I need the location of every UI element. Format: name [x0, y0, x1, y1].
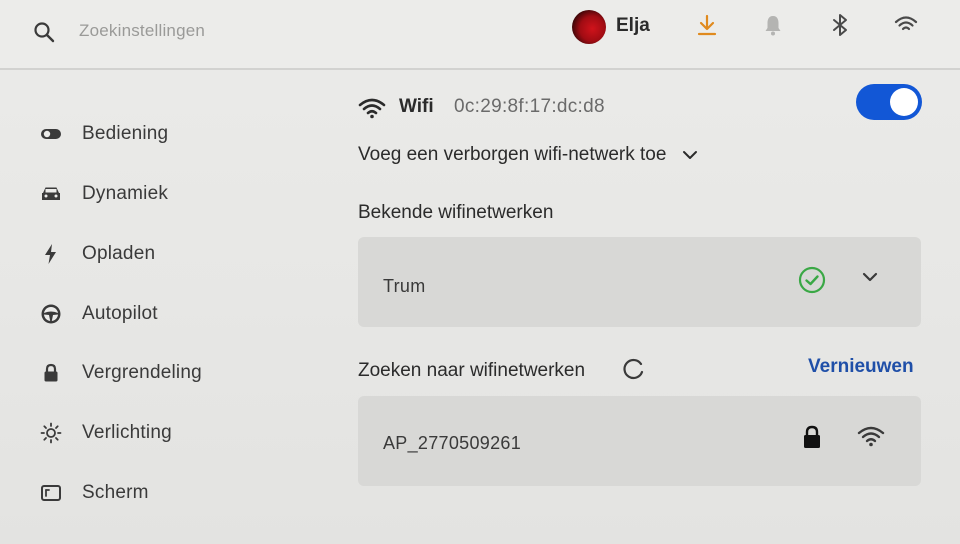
sidebar-item-label: Dynamiek	[82, 183, 169, 204]
sidebar-item-label: Autopilot	[82, 303, 158, 324]
available-network-row[interactable]: AP_2770509261	[358, 396, 921, 486]
bolt-icon	[36, 239, 66, 269]
network-name: AP_2770509261	[383, 433, 522, 453]
sidebar-item-label: Opladen	[82, 243, 156, 264]
search-icon[interactable]	[32, 20, 56, 44]
known-networks-title: Bekende wifinetwerken	[358, 202, 554, 223]
search-networks-title: Zoeken naar wifinetwerken	[358, 360, 586, 381]
wifi-status-icon[interactable]	[893, 12, 919, 38]
wifi-signal-icon	[857, 424, 885, 448]
avatar[interactable]	[572, 10, 606, 44]
sidebar-item-label: Verlichting	[82, 422, 172, 443]
sidebar-item-label: Scherm	[82, 482, 149, 503]
sidebar-item-vergrendeling[interactable]: Vergrendeling	[36, 356, 316, 390]
sidebar-item-dynamiek[interactable]: Dynamiek	[36, 177, 316, 211]
top-bar: Zoekinstellingen Elja	[0, 0, 960, 70]
download-icon[interactable]	[694, 12, 720, 38]
wifi-title: Wifi	[399, 96, 434, 117]
sidebar-item-bediening[interactable]: Bediening	[36, 117, 316, 151]
chevron-down-icon[interactable]	[858, 265, 882, 289]
sidebar-item-label: Bediening	[82, 123, 169, 144]
user-name[interactable]: Elja	[616, 15, 650, 37]
sun-icon	[36, 418, 66, 448]
chevron-down-icon	[683, 151, 698, 159]
wifi-icon	[358, 96, 386, 120]
sidebar-item-label: Vergrendeling	[82, 362, 202, 383]
sidebar-item-verlichting[interactable]: Verlichting	[36, 416, 316, 450]
add-hidden-network-button[interactable]: Voeg een verborgen wifi-netwerk toe	[358, 144, 700, 166]
steering-wheel-icon	[36, 299, 66, 329]
search-input[interactable]: Zoekinstellingen	[79, 21, 205, 41]
toggle-knob	[890, 88, 918, 116]
settings-screen: Zoekinstellingen Elja Bediening Dynamiek…	[0, 0, 960, 544]
sidebar-item-autopilot[interactable]: Autopilot	[36, 297, 316, 331]
lock-icon	[36, 358, 66, 388]
known-network-row[interactable]: Trum	[358, 237, 921, 327]
sidebar-item-scherm[interactable]: Scherm	[36, 476, 316, 510]
lock-icon	[799, 423, 825, 451]
check-circle-icon	[798, 266, 826, 294]
add-hidden-network-label: Voeg een verborgen wifi-netwerk toe	[358, 144, 667, 165]
network-name: Trum	[383, 276, 426, 296]
car-icon	[36, 179, 66, 209]
loading-spinner-icon	[622, 357, 646, 381]
toggle-icon	[36, 119, 66, 149]
sidebar-item-opladen[interactable]: Opladen	[36, 237, 316, 271]
wifi-mac-address: 0c:29:8f:17:dc:d8	[454, 96, 605, 117]
refresh-button[interactable]: Vernieuwen	[808, 356, 914, 378]
bluetooth-icon[interactable]	[827, 12, 853, 38]
bell-icon[interactable]	[760, 12, 786, 38]
wifi-toggle[interactable]	[856, 84, 922, 120]
display-icon	[36, 478, 66, 508]
